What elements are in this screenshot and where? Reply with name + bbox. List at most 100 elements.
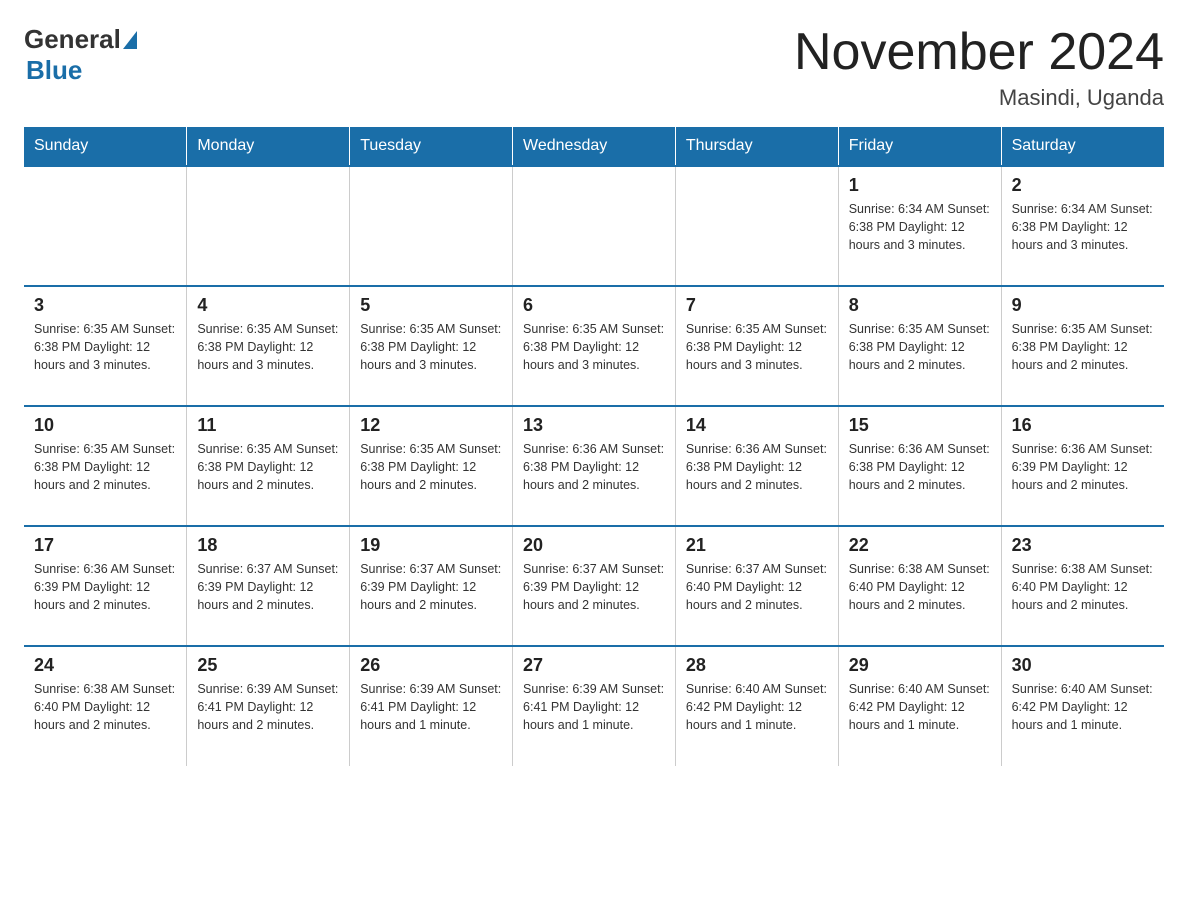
day-number: 8 [849,295,991,316]
table-cell: 1 Sunrise: 6:34 AM Sunset: 6:38 PM Daylig… [838,166,1001,286]
table-cell: 5 Sunrise: 6:35 AM Sunset: 6:38 PM Daylig… [350,286,513,406]
day-number: 11 [197,415,339,436]
day-info: Sunrise: 6:35 AM Sunset: 6:38 PM Dayligh… [360,320,502,374]
page-header: General Blue November 2024 Masindi, Ugan… [24,24,1164,111]
logo-general-text: General [24,24,121,55]
calendar-body: 1 Sunrise: 6:34 AM Sunset: 6:38 PM Daylig… [24,166,1164,766]
day-number: 3 [34,295,176,316]
day-info: Sunrise: 6:35 AM Sunset: 6:38 PM Dayligh… [686,320,828,374]
table-cell: 29 Sunrise: 6:40 AM Sunset: 6:42 PM Dayli… [838,646,1001,766]
calendar-subtitle: Masindi, Uganda [794,85,1164,111]
header-saturday: Saturday [1001,127,1164,166]
title-block: November 2024 Masindi, Uganda [794,24,1164,111]
day-info: Sunrise: 6:35 AM Sunset: 6:38 PM Dayligh… [197,320,339,374]
day-info: Sunrise: 6:37 AM Sunset: 6:39 PM Dayligh… [197,560,339,614]
day-info: Sunrise: 6:36 AM Sunset: 6:39 PM Dayligh… [1012,440,1154,494]
day-info: Sunrise: 6:39 AM Sunset: 6:41 PM Dayligh… [360,680,502,734]
table-cell: 25 Sunrise: 6:39 AM Sunset: 6:41 PM Dayli… [187,646,350,766]
table-cell: 13 Sunrise: 6:36 AM Sunset: 6:38 PM Dayli… [513,406,676,526]
table-cell: 18 Sunrise: 6:37 AM Sunset: 6:39 PM Dayli… [187,526,350,646]
day-info: Sunrise: 6:40 AM Sunset: 6:42 PM Dayligh… [849,680,991,734]
table-cell: 30 Sunrise: 6:40 AM Sunset: 6:42 PM Dayli… [1001,646,1164,766]
day-info: Sunrise: 6:37 AM Sunset: 6:39 PM Dayligh… [360,560,502,614]
day-number: 18 [197,535,339,556]
table-cell: 22Sunrise: 6:38 AM Sunset: 6:40 PM Dayli… [838,526,1001,646]
table-cell: 17 Sunrise: 6:36 AM Sunset: 6:39 PM Dayli… [24,526,187,646]
table-cell: 9 Sunrise: 6:35 AM Sunset: 6:38 PM Daylig… [1001,286,1164,406]
day-number: 20 [523,535,665,556]
table-cell: 8Sunrise: 6:35 AM Sunset: 6:38 PM Daylig… [838,286,1001,406]
day-info: Sunrise: 6:36 AM Sunset: 6:38 PM Dayligh… [523,440,665,494]
table-cell: 23 Sunrise: 6:38 AM Sunset: 6:40 PM Dayli… [1001,526,1164,646]
day-number: 4 [197,295,339,316]
table-cell [24,166,187,286]
day-info: Sunrise: 6:39 AM Sunset: 6:41 PM Dayligh… [197,680,339,734]
table-cell [513,166,676,286]
table-cell: 15Sunrise: 6:36 AM Sunset: 6:38 PM Dayli… [838,406,1001,526]
day-number: 13 [523,415,665,436]
day-number: 14 [686,415,828,436]
day-number: 29 [849,655,991,676]
header-thursday: Thursday [675,127,838,166]
day-info: Sunrise: 6:34 AM Sunset: 6:38 PM Dayligh… [849,200,991,254]
table-cell [350,166,513,286]
calendar-table: Sunday Monday Tuesday Wednesday Thursday… [24,127,1164,766]
day-number: 30 [1012,655,1154,676]
day-info: Sunrise: 6:38 AM Sunset: 6:40 PM Dayligh… [34,680,176,734]
day-info: Sunrise: 6:37 AM Sunset: 6:39 PM Dayligh… [523,560,665,614]
table-cell [675,166,838,286]
day-info: Sunrise: 6:38 AM Sunset: 6:40 PM Dayligh… [849,560,991,614]
table-cell: 28Sunrise: 6:40 AM Sunset: 6:42 PM Dayli… [675,646,838,766]
header-wednesday: Wednesday [513,127,676,166]
day-number: 10 [34,415,176,436]
day-number: 1 [849,175,991,196]
day-info: Sunrise: 6:35 AM Sunset: 6:38 PM Dayligh… [34,440,176,494]
table-cell [187,166,350,286]
table-cell: 12Sunrise: 6:35 AM Sunset: 6:38 PM Dayli… [350,406,513,526]
table-cell: 27 Sunrise: 6:39 AM Sunset: 6:41 PM Dayli… [513,646,676,766]
table-cell: 3Sunrise: 6:35 AM Sunset: 6:38 PM Daylig… [24,286,187,406]
table-cell: 16 Sunrise: 6:36 AM Sunset: 6:39 PM Dayli… [1001,406,1164,526]
day-info: Sunrise: 6:38 AM Sunset: 6:40 PM Dayligh… [1012,560,1154,614]
day-number: 23 [1012,535,1154,556]
calendar-title: November 2024 [794,24,1164,81]
day-number: 27 [523,655,665,676]
day-number: 25 [197,655,339,676]
table-cell: 20 Sunrise: 6:37 AM Sunset: 6:39 PM Dayli… [513,526,676,646]
day-number: 19 [360,535,502,556]
day-info: Sunrise: 6:40 AM Sunset: 6:42 PM Dayligh… [686,680,828,734]
day-number: 5 [360,295,502,316]
table-cell: 26Sunrise: 6:39 AM Sunset: 6:41 PM Dayli… [350,646,513,766]
day-info: Sunrise: 6:40 AM Sunset: 6:42 PM Dayligh… [1012,680,1154,734]
logo: General Blue [24,24,139,86]
day-number: 21 [686,535,828,556]
day-number: 15 [849,415,991,436]
logo-blue-text: Blue [26,55,82,85]
day-info: Sunrise: 6:37 AM Sunset: 6:40 PM Dayligh… [686,560,828,614]
table-cell: 7Sunrise: 6:35 AM Sunset: 6:38 PM Daylig… [675,286,838,406]
table-cell: 21 Sunrise: 6:37 AM Sunset: 6:40 PM Dayli… [675,526,838,646]
table-cell: 6Sunrise: 6:35 AM Sunset: 6:38 PM Daylig… [513,286,676,406]
table-cell: 2 Sunrise: 6:34 AM Sunset: 6:38 PM Daylig… [1001,166,1164,286]
table-cell: 11 Sunrise: 6:35 AM Sunset: 6:38 PM Dayli… [187,406,350,526]
day-number: 9 [1012,295,1154,316]
day-number: 6 [523,295,665,316]
day-info: Sunrise: 6:36 AM Sunset: 6:39 PM Dayligh… [34,560,176,614]
header-sunday: Sunday [24,127,187,166]
header-tuesday: Tuesday [350,127,513,166]
day-number: 2 [1012,175,1154,196]
logo-triangle-icon [123,31,137,49]
day-info: Sunrise: 6:35 AM Sunset: 6:38 PM Dayligh… [1012,320,1154,374]
table-cell: 14 Sunrise: 6:36 AM Sunset: 6:38 PM Dayli… [675,406,838,526]
day-info: Sunrise: 6:36 AM Sunset: 6:38 PM Dayligh… [686,440,828,494]
day-number: 12 [360,415,502,436]
day-info: Sunrise: 6:34 AM Sunset: 6:38 PM Dayligh… [1012,200,1154,254]
table-cell: 19 Sunrise: 6:37 AM Sunset: 6:39 PM Dayli… [350,526,513,646]
day-number: 16 [1012,415,1154,436]
day-number: 17 [34,535,176,556]
header-monday: Monday [187,127,350,166]
day-info: Sunrise: 6:35 AM Sunset: 6:38 PM Dayligh… [197,440,339,494]
day-number: 24 [34,655,176,676]
day-info: Sunrise: 6:39 AM Sunset: 6:41 PM Dayligh… [523,680,665,734]
table-cell: 24 Sunrise: 6:38 AM Sunset: 6:40 PM Dayli… [24,646,187,766]
